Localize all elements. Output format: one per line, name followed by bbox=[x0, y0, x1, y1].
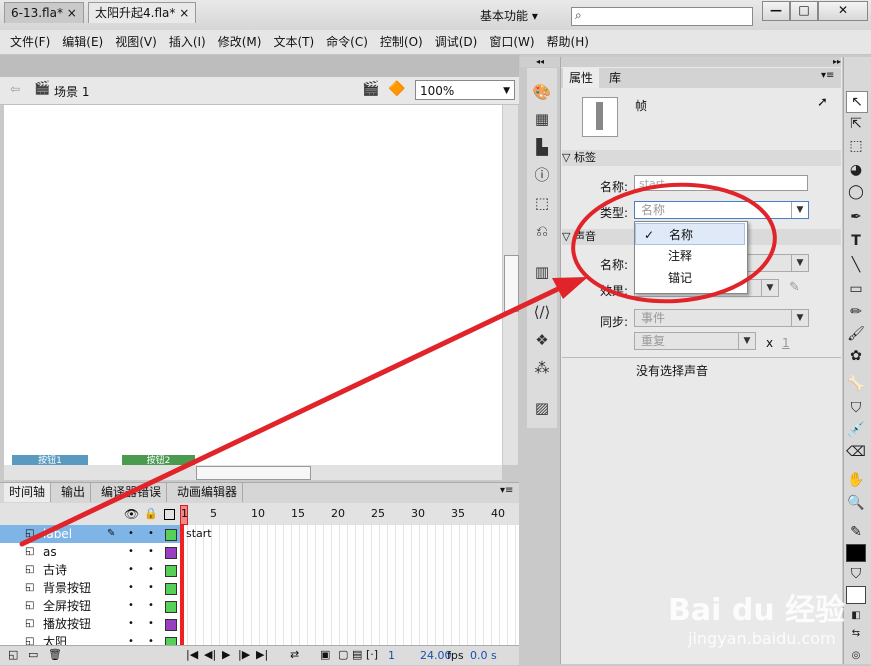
baidu-watermark-url: jingyan.baidu.com bbox=[688, 629, 836, 648]
annotation-arrow-head bbox=[552, 277, 588, 299]
annotation-overlay bbox=[19, 182, 777, 547]
annotation-arrow-line bbox=[19, 285, 563, 547]
baidu-watermark: Bai du 经验 bbox=[668, 593, 846, 628]
annotation-ellipse bbox=[571, 182, 777, 304]
